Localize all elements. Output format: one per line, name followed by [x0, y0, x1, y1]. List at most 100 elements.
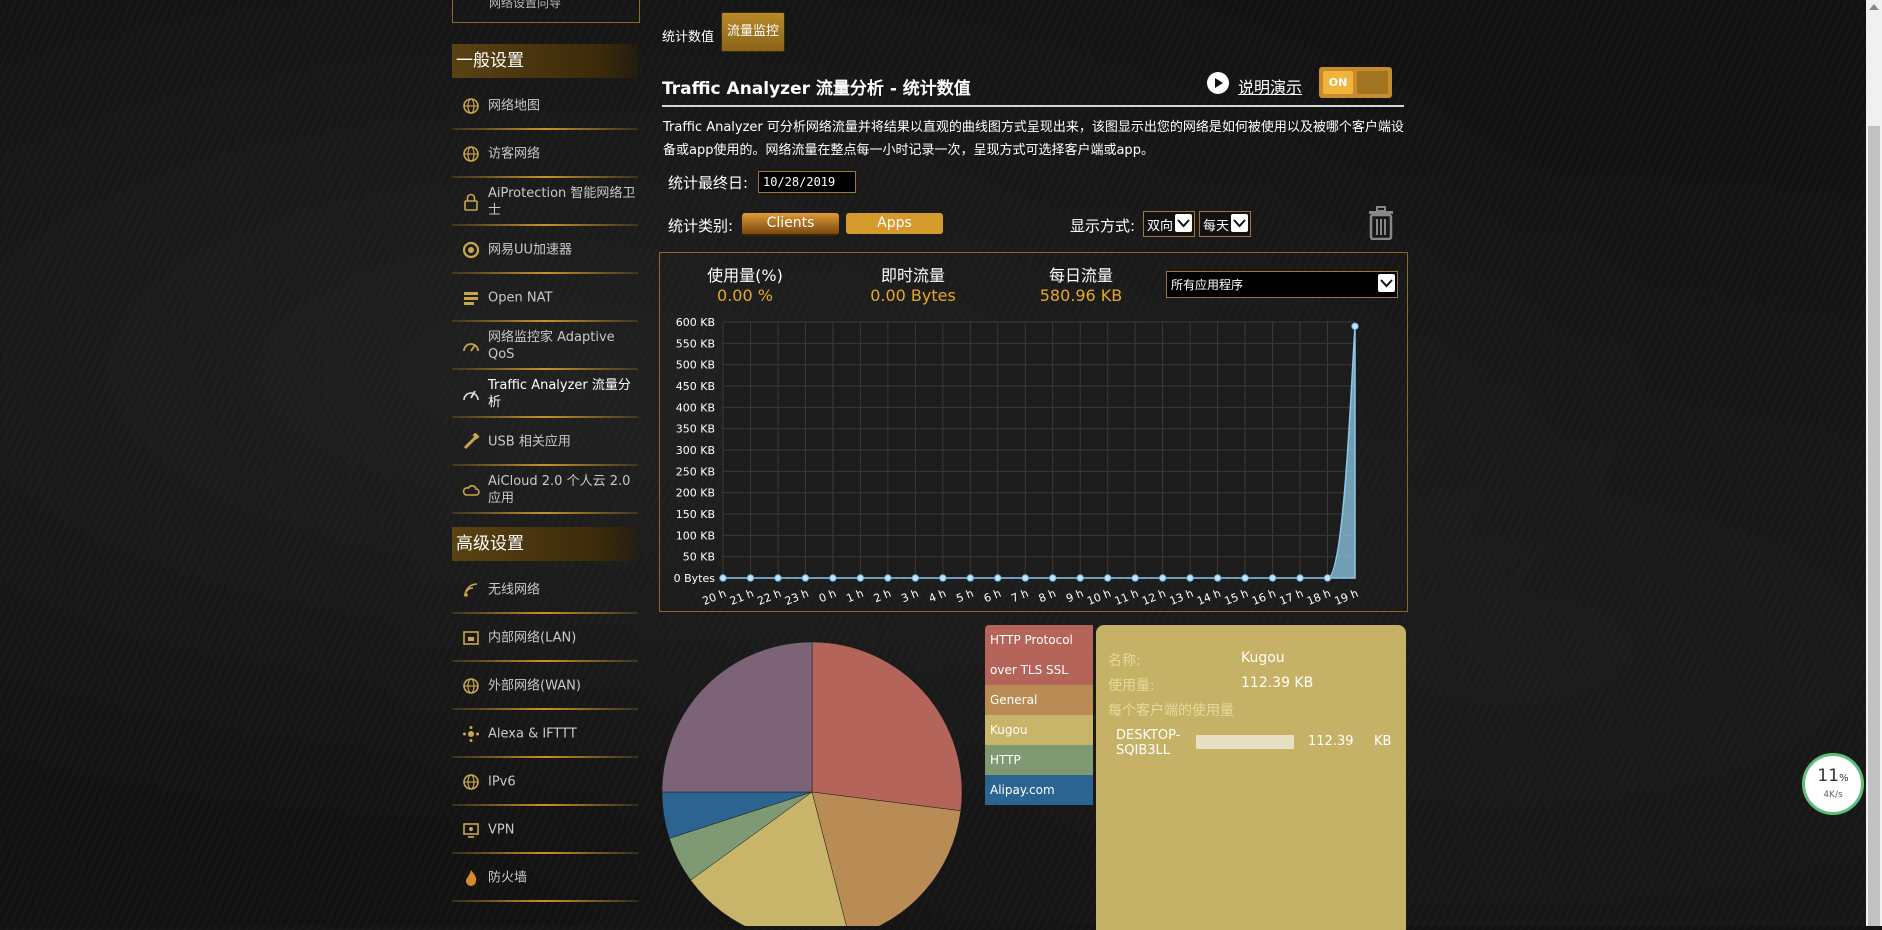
x-tick-label: 21 h — [728, 587, 756, 608]
data-point — [1351, 322, 1359, 330]
end-date-input[interactable] — [758, 171, 856, 193]
globe-icon — [463, 146, 479, 162]
sidebar-item-general-6[interactable]: Traffic Analyzer 流量分析 — [452, 370, 638, 418]
y-tick-label: 500 KB — [676, 359, 715, 372]
y-tick-label: 50 KB — [683, 551, 715, 564]
x-tick-label: 4 h — [927, 587, 948, 606]
client-usage-bar — [1196, 735, 1294, 749]
sidebar-item-label: 网络设置向导 — [489, 0, 562, 10]
description: Traffic Analyzer 可分析网络流量并将结果以直观的曲线图方式呈现出… — [663, 120, 1404, 158]
period-select[interactable]: 每天 — [1199, 211, 1251, 237]
network-monitor-widget[interactable]: 11% 4K/s — [1802, 753, 1864, 815]
y-tick-label: 0 Bytes — [674, 572, 716, 585]
data-point — [1323, 574, 1332, 582]
sidebar-item-general-4[interactable]: Open NAT — [452, 274, 638, 322]
legend-item[interactable]: General — [985, 685, 1093, 715]
scrollbar-track[interactable] — [1866, 0, 1882, 926]
x-tick-label: 6 h — [982, 587, 1003, 606]
tab-monitor[interactable]: 流量监控 — [721, 12, 785, 52]
divider — [452, 900, 638, 902]
data-point — [1213, 574, 1222, 582]
sidebar-item-label: Alexa & IFTTT — [488, 726, 577, 742]
sidebar-item-advanced-0[interactable]: 无线网络 — [452, 566, 638, 614]
legend-item[interactable]: Kugou — [985, 715, 1093, 745]
x-tick-label: 8 h — [1037, 587, 1058, 606]
sidebar-item-general-3[interactable]: 网易UU加速器 — [452, 226, 638, 274]
detail-usage-key: 使用量: — [1108, 678, 1155, 694]
section-header-general: 一般设置 — [452, 44, 638, 78]
sidebar-item-label: 访客网络 — [488, 146, 541, 162]
pie-slice[interactable] — [661, 641, 813, 793]
data-point — [1131, 574, 1139, 582]
vpn-icon — [463, 823, 479, 838]
trash-icon[interactable] — [1366, 206, 1396, 241]
data-point — [966, 574, 975, 582]
legend-item[interactable]: HTTP Protocol — [985, 625, 1093, 655]
client-usage-track — [1196, 735, 1294, 749]
sidebar-item-advanced-1[interactable]: 内部网络(LAN) — [452, 614, 638, 662]
sidebar-item-advanced-4[interactable]: IPv6 — [452, 758, 638, 806]
sidebar-item-general-8[interactable]: AiCloud 2.0 个人云 2.0 应用 — [452, 466, 638, 514]
gauge-icon — [463, 343, 479, 352]
y-tick-label: 200 KB — [676, 487, 715, 500]
sidebar-item-general-5[interactable]: 网络监控家 Adaptive QoS — [452, 322, 638, 370]
x-tick-label: 7 h — [1009, 587, 1030, 606]
y-tick-label: 550 KB — [676, 337, 715, 350]
play-icon[interactable] — [1207, 72, 1229, 94]
sidebar-item-label: VPN — [488, 822, 515, 838]
y-tick-label: 450 KB — [676, 380, 715, 393]
alexa-icon — [463, 726, 479, 742]
data-point — [1158, 574, 1167, 582]
pie-slice[interactable] — [811, 641, 963, 812]
y-tick-label: 300 KB — [676, 444, 715, 457]
chevron-down-icon — [1378, 274, 1395, 292]
direction-select[interactable]: 双向 — [1143, 211, 1195, 237]
x-tick-label: 23 h — [783, 587, 811, 608]
sidebar-item-general-1[interactable]: 访客网络 — [452, 130, 638, 178]
x-tick-label: 10 h — [1085, 587, 1113, 608]
sidebar-item-advanced-2[interactable]: 外部网络(WAN) — [452, 662, 638, 710]
usage-label: 使用量(%) — [707, 266, 783, 285]
display-label: 显示方式: — [1070, 217, 1136, 235]
app-filter-select[interactable]: 所有应用程序 — [1166, 271, 1398, 298]
x-tick-label: 0 h — [817, 587, 838, 606]
legend-item[interactable]: Alipay.com — [985, 775, 1093, 805]
y-tick-label: 400 KB — [676, 401, 715, 414]
data-point — [911, 574, 920, 582]
sidebar-item-general-7[interactable]: USB 相关应用 — [452, 418, 638, 466]
x-tick-label: 9 h — [1064, 587, 1085, 606]
chevron-down-icon — [1231, 214, 1248, 232]
detail-usage-value: 112.39 KB — [1241, 675, 1314, 691]
apps-button[interactable]: Apps — [846, 213, 943, 234]
sidebar-item-advanced-3[interactable]: Alexa & IFTTT — [452, 710, 638, 758]
legend-item[interactable]: HTTP — [985, 745, 1093, 775]
detail-name-value: Kugou — [1241, 650, 1285, 666]
demo-link[interactable]: 说明演示 — [1238, 74, 1302, 98]
data-point — [746, 574, 755, 582]
toggle-knob — [1357, 71, 1388, 94]
sidebar-item-general-2[interactable]: AiProtection 智能网络卫士 — [452, 178, 638, 226]
sidebar-item-advanced-6[interactable]: 防火墙 — [452, 854, 638, 902]
fire-icon — [466, 870, 477, 886]
data-point — [884, 574, 892, 582]
sidebar-item-general-0[interactable]: 网络地图 — [452, 82, 638, 130]
tab-stats[interactable]: 统计数值 — [662, 26, 714, 45]
scroll-up-icon[interactable] — [1869, 4, 1879, 10]
scrollbar-thumb[interactable] — [1868, 126, 1880, 926]
data-point — [1241, 574, 1249, 582]
detail-client-value: 112.39 — [1308, 734, 1354, 749]
widget-speed: 4K/s — [1823, 790, 1843, 800]
clients-button[interactable]: Clients — [742, 213, 839, 236]
detail-client-unit: KB — [1374, 734, 1392, 749]
enable-toggle[interactable]: ON — [1319, 67, 1392, 98]
sidebar-item-advanced-5[interactable]: VPN — [452, 806, 638, 854]
x-tick-label: 1 h — [844, 587, 865, 606]
divider — [452, 512, 638, 514]
page-title: Traffic Analyzer 流量分析 - 统计数值 — [662, 79, 971, 99]
instant-traffic-value: 0.00 Bytes — [870, 286, 956, 305]
sidebar-item-setup-wizard[interactable]: 网络设置向导 — [452, 0, 640, 23]
detail-clients-key: 每个客户端的使用量 — [1108, 703, 1234, 719]
legend-item[interactable]: over TLS SSL — [985, 655, 1093, 685]
data-point — [994, 574, 1002, 582]
sidebar-item-label: IPv6 — [488, 774, 516, 790]
